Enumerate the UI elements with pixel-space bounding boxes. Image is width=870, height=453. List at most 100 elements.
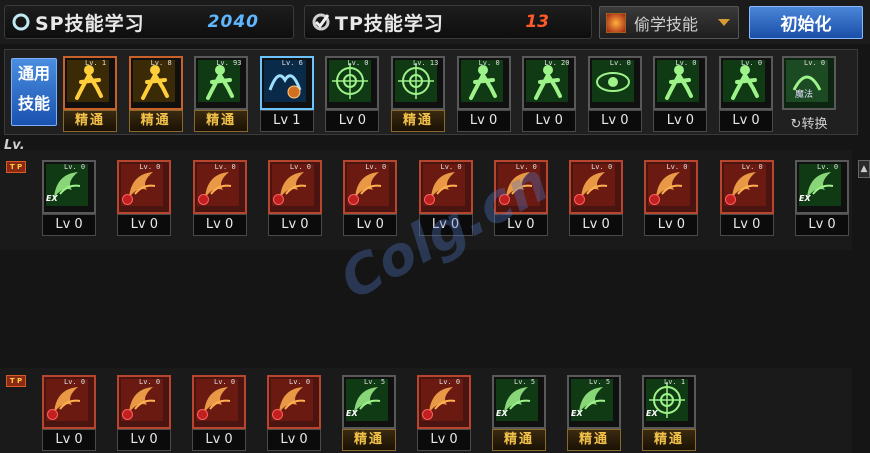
sp-skill-panel[interactable]: SP技能学习 2040 [4,5,294,39]
skill-slot[interactable]: Lv. 1 EX 精通 [642,375,696,451]
skill-slot[interactable]: Lv. 0 Lv 0 [192,160,247,236]
skill-lv-tag: Lv. 0 [365,163,387,171]
steal-skill-icon [606,12,626,33]
switch-lv-tag: Lv. 0 [804,59,826,67]
skill-level: Lv 0 [117,429,171,451]
skill-lv-tag: Lv. 0 [478,59,500,67]
skill-lv-tag: Lv. 0 [289,378,311,386]
skill-level: Lv 0 [795,214,849,236]
tp-skill-panel[interactable]: TP技能学习 13 [304,5,592,39]
red-orb-icon [122,409,133,420]
skill-slot[interactable]: Lv. 0 Lv 0 [653,56,708,132]
skill-slot[interactable]: Lv. 5 EX 精通 [342,375,396,451]
skill-lv-tag: Lv. 0 [741,163,763,171]
red-orb-icon [724,194,736,205]
skill-level: Lv 0 [42,429,96,451]
skill-slot[interactable]: Lv. 13 精通 [391,56,445,132]
skill-slot[interactable]: Lv. 5 EX 精通 [567,375,621,451]
skill-level: Lv 1 [259,110,314,132]
skill-level: Lv 0 [267,214,322,236]
skill-lv-tag: Lv. 0 [214,378,236,386]
skill-level: Lv 0 [267,429,321,451]
red-orb-icon [272,194,284,205]
switch-label: ↻转换 [779,113,839,132]
skill-slot[interactable]: Lv. 0 EX Lv 0 [795,160,849,236]
skill-lv-tag: Lv. 13 [413,59,439,67]
skill-slot[interactable]: Lv. 0 Lv 0 [587,56,642,132]
steal-skill-label: 偷学技能 [634,14,699,34]
skill-slot[interactable]: Lv. 6 Lv 1 [259,56,314,132]
ex-badge-icon: EX [799,194,811,203]
common-label-line2: 技能 [17,94,50,113]
skill-slot[interactable]: Lv. 0 Lv 0 [719,160,774,236]
skill-slot[interactable]: Lv. 0 Lv 0 [456,56,511,132]
skill-level: Lv 0 [456,110,511,132]
skill-level: Lv 0 [644,214,699,236]
skill-slot[interactable]: Lv. 93 精通 [194,56,249,132]
skill-slot[interactable]: Lv. 5 EX 精通 [492,375,546,451]
skill-level: Lv 0 [192,214,247,236]
skill-slot[interactable]: Lv. 1 精通 [63,56,117,132]
skill-lv-tag: Lv. 0 [817,163,839,171]
common-skills-tab[interactable]: 通用 技能 [11,58,57,126]
skill-level: 精通 [492,429,546,451]
skill-level: Lv 0 [719,110,773,132]
refresh-icon: ↻ [790,117,802,132]
skill-slot[interactable]: Lv. 0 Lv 0 [267,375,321,451]
reset-button[interactable]: 初始化 [749,6,863,39]
skill-level: 精通 [342,429,396,451]
skill-slot[interactable]: Lv. 8 精通 [128,56,183,132]
skill-lv-tag: Lv. 0 [675,59,697,67]
skill-slot[interactable]: Lv. 0 Lv 0 [417,375,471,451]
skill-lv-tag: Lv. 5 [589,378,611,386]
red-orb-icon [197,194,209,205]
skill-slot[interactable]: Lv. 0 Lv 0 [117,375,171,451]
tp-row2-mark: T P [6,375,26,387]
skill-lv-tag: Lv. 8 [150,59,172,67]
skill-level: Lv 0 [117,214,172,236]
skill-lv-tag: Lv. 20 [544,59,570,67]
skill-slot[interactable]: Lv. 20 Lv 0 [522,56,577,132]
steal-skill-dropdown[interactable]: 偷学技能 [599,6,739,39]
skill-level: Lv 0 [522,110,577,132]
skill-lv-tag: Lv. 0 [347,59,369,67]
skill-level: Lv 0 [42,214,96,236]
skill-slot[interactable]: Lv. 0 Lv 0 [719,56,773,132]
switch-magic-text: 魔法 [795,88,813,100]
skill-lv-tag: Lv. 5 [364,378,386,386]
ex-badge-icon: EX [46,194,58,203]
switch-skill-button[interactable]: 魔法 Lv. 0 ↻转换 [779,56,839,132]
skill-slot[interactable]: Lv. 0 Lv 0 [267,160,322,236]
skill-lv-tag: Lv. 93 [216,59,242,67]
tp-value: 13 [525,12,549,32]
skill-lv-tag: Lv. 0 [289,163,311,171]
skill-slot[interactable]: Lv. 0 Lv 0 [644,160,699,236]
switch-label-text: 转换 [801,117,828,132]
skill-lv-tag: Lv. 0 [440,163,462,171]
skill-slot[interactable]: Lv. 0 Lv 0 [117,160,172,236]
sp-value: 2040 [207,12,259,32]
skill-slot[interactable]: Lv. 0 Lv 0 [192,375,246,451]
skill-level: 精通 [391,110,445,132]
skill-level: Lv 0 [192,429,246,451]
skill-slot[interactable]: Lv. 0 EX Lv 0 [42,160,96,236]
skill-level: Lv 0 [417,429,471,451]
skill-slot[interactable]: Lv. 0 Lv 0 [42,375,96,451]
skill-level: 精通 [194,110,249,132]
red-orb-icon [272,409,283,420]
skill-level: Lv 0 [587,110,642,132]
skill-lv-tag: Lv. 0 [741,59,763,67]
skill-slot[interactable]: Lv. 0 Lv 0 [569,160,624,236]
red-orb-icon [422,409,433,420]
red-orb-icon [47,409,58,420]
ex-badge-icon: EX [646,409,658,418]
skill-level: Lv 0 [569,214,624,236]
ex-badge-icon: EX [346,409,358,418]
ex-badge-icon: EX [571,409,583,418]
skill-slot[interactable]: Lv. 0 Lv 0 [325,56,380,132]
skill-level: 精通 [567,429,621,451]
scroll-up-arrow[interactable]: ▲ [858,160,870,178]
circle-ring-icon [12,13,30,31]
skill-lv-tag: Lv. 0 [139,163,161,171]
skill-lv-tag: Lv. 5 [514,378,536,386]
